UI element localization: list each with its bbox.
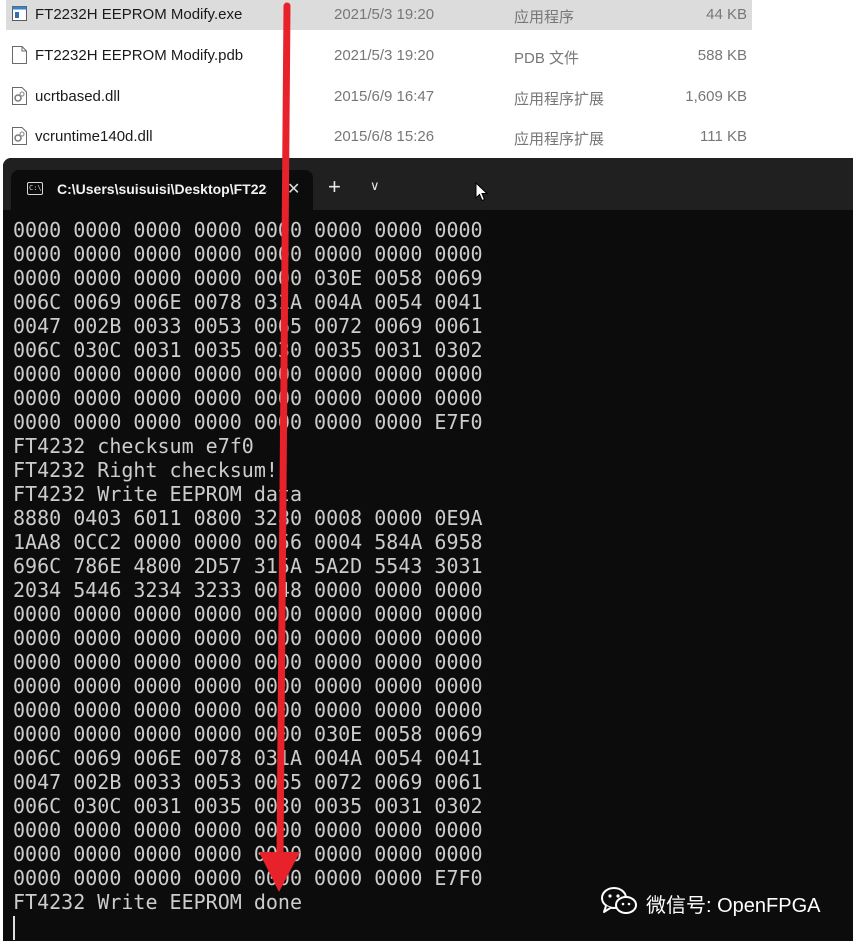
file-name: FT2232H EEPROM Modify.pdb bbox=[35, 47, 244, 64]
file-size: 44 KB bbox=[706, 6, 747, 23]
file-icon bbox=[12, 46, 27, 64]
console-line: 0000 0000 0000 0000 0000 0000 0000 0000 bbox=[13, 386, 483, 410]
text-cursor bbox=[13, 916, 15, 940]
file-date: 2015/6/8 15:26 bbox=[334, 128, 435, 145]
console-line: 0000 0000 0000 0000 0000 030E 0058 0069 bbox=[13, 722, 483, 746]
file-type: PDB 文件 bbox=[514, 50, 580, 67]
terminal-tab[interactable]: C:\ C:\Users\suisuisi\Desktop\FT2232H EE… bbox=[11, 170, 313, 210]
file-name: FT2232H EEPROM Modify.exe bbox=[35, 6, 243, 23]
console-line: 0000 0000 0000 0000 0000 0000 0000 E7F0 bbox=[13, 410, 483, 434]
console-line: 006C 0069 006E 0078 031A 004A 0054 0041 bbox=[13, 746, 483, 770]
tab-title: C:\Users\suisuisi\Desktop\FT2232H EEPROM… bbox=[57, 181, 267, 197]
file-size: 588 KB bbox=[697, 47, 747, 64]
mouse-pointer-icon bbox=[475, 182, 489, 202]
wechat-icon bbox=[601, 887, 637, 914]
console-line: 0047 002B 0033 0053 0065 0072 0069 0061 bbox=[13, 770, 483, 794]
file-type: 应用程序 bbox=[514, 9, 575, 26]
file-row[interactable]: FT2232H EEPROM Modify.pdb 2021/5/3 19:20… bbox=[0, 38, 853, 76]
file-row[interactable]: ucrtbased.dll 2015/6/9 16:47 应用程序扩展 1,60… bbox=[0, 79, 853, 117]
console-line: 0000 0000 0000 0000 0000 0000 0000 0000 bbox=[13, 698, 483, 722]
console-line: 0000 0000 0000 0000 0000 0000 0000 0000 bbox=[13, 626, 483, 650]
file-date: 2021/5/3 19:20 bbox=[334, 6, 435, 23]
console-line: 0000 0000 0000 0000 0000 0000 0000 0000 bbox=[13, 674, 483, 698]
console-line: 0000 0000 0000 0000 0000 0000 0000 0000 bbox=[13, 242, 483, 266]
console-line: 0000 0000 0000 0000 0000 0000 0000 E7F0 bbox=[13, 866, 483, 890]
file-name: vcruntime140d.dll bbox=[35, 128, 153, 145]
file-row[interactable]: vcruntime140d.dll 2015/6/8 15:26 应用程序扩展 … bbox=[0, 120, 853, 158]
file-date: 2021/5/3 19:20 bbox=[334, 47, 435, 64]
console-line: 006C 030C 0031 0035 0030 0035 0031 0302 bbox=[13, 338, 483, 362]
console-line: 0000 0000 0000 0000 0000 0000 0000 0000 bbox=[13, 650, 483, 674]
terminal-window[interactable]: C:\ C:\Users\suisuisi\Desktop\FT2232H EE… bbox=[3, 158, 853, 941]
terminal-titlebar[interactable]: C:\ C:\Users\suisuisi\Desktop\FT2232H EE… bbox=[3, 158, 853, 210]
console-line: 0000 0000 0000 0000 0000 0000 0000 0000 bbox=[13, 842, 483, 866]
console-line: 2034 5446 3234 3233 0048 0000 0000 0000 bbox=[13, 578, 483, 602]
console-line: 1AA8 0CC2 0000 0000 0056 0004 584A 6958 bbox=[13, 530, 483, 554]
console-line: 0000 0000 0000 0000 0000 0000 0000 0000 bbox=[13, 218, 483, 242]
file-size: 111 KB bbox=[700, 128, 747, 145]
watermark-text: 微信号: OpenFPGA bbox=[646, 895, 821, 917]
close-icon[interactable]: ✕ bbox=[287, 179, 300, 199]
dll-icon bbox=[12, 87, 27, 105]
console-line: 0000 0000 0000 0000 0000 030E 0058 0069 bbox=[13, 266, 483, 290]
terminal-icon: C:\ bbox=[27, 182, 43, 195]
console-line: FT4232 Right checksum! bbox=[13, 458, 278, 482]
exe-icon bbox=[12, 6, 27, 21]
console-line: 0000 0000 0000 0000 0000 0000 0000 0000 bbox=[13, 602, 483, 626]
console-output: 0000 0000 0000 0000 0000 0000 0000 0000 0… bbox=[13, 218, 843, 914]
console-line: 006C 0069 006E 0078 031A 004A 0054 0041 bbox=[13, 290, 483, 314]
chevron-down-icon[interactable]: ∨ bbox=[370, 178, 380, 194]
dll-icon bbox=[12, 127, 27, 145]
new-tab-button[interactable]: + bbox=[328, 176, 341, 198]
console-line: 0000 0000 0000 0000 0000 0000 0000 0000 bbox=[13, 362, 483, 386]
console-line: 0047 002B 0033 0053 0065 0072 0069 0061 bbox=[13, 314, 483, 338]
console-line: 8880 0403 6011 0800 3280 0008 0000 0E9A bbox=[13, 506, 483, 530]
console-line: 006C 030C 0031 0035 0030 0035 0031 0302 bbox=[13, 794, 483, 818]
file-row[interactable]: FT2232H EEPROM Modify.exe 2021/5/3 19:20… bbox=[0, 0, 853, 38]
file-type: 应用程序扩展 bbox=[514, 131, 605, 148]
file-type: 应用程序扩展 bbox=[514, 91, 605, 108]
console-line: 696C 786E 4800 2D57 315A 5A2D 5543 3031 bbox=[13, 554, 483, 578]
console-line: 0000 0000 0000 0000 0000 0000 0000 0000 bbox=[13, 818, 483, 842]
console-line: FT4232 Write EEPROM data bbox=[13, 482, 302, 506]
file-date: 2015/6/9 16:47 bbox=[334, 88, 435, 105]
file-size: 1,609 KB bbox=[685, 88, 747, 105]
file-name: ucrtbased.dll bbox=[35, 88, 121, 105]
file-list: FT2232H EEPROM Modify.exe 2021/5/3 19:20… bbox=[0, 0, 853, 158]
console-line: FT4232 checksum e7f0 bbox=[13, 434, 254, 458]
